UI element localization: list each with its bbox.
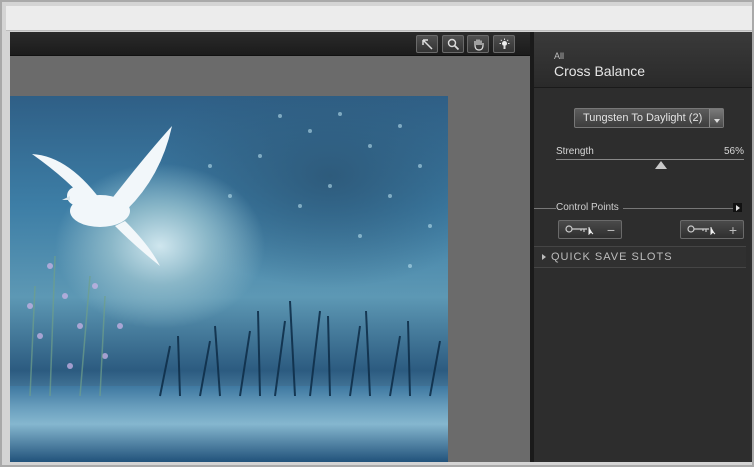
zoom-button[interactable]	[442, 35, 464, 53]
strength-label: Strength	[556, 146, 594, 157]
strength-slider-thumb[interactable]	[655, 161, 668, 169]
minus-icon: −	[606, 221, 616, 238]
preset-dropdown[interactable]: Tungsten To Daylight (2)	[574, 108, 724, 128]
light-button[interactable]	[493, 35, 515, 53]
arrow-icon	[421, 38, 433, 50]
magnifier-icon	[447, 38, 459, 50]
title-bar	[6, 6, 752, 31]
chevron-down-icon	[709, 109, 723, 127]
quick-save-slots-toggle[interactable]: QUICK SAVE SLOTS	[534, 246, 746, 268]
filter-category: All	[554, 51, 565, 61]
strength-slider-track[interactable]	[556, 159, 744, 160]
preset-value: Tungsten To Daylight (2)	[583, 112, 703, 124]
filter-header: All Cross Balance	[534, 32, 752, 88]
strength-value: 56%	[723, 146, 744, 157]
filter-title: Cross Balance	[554, 63, 646, 79]
preview-image	[10, 96, 448, 462]
filter-panel: All Cross Balance Tungsten To Daylight (…	[534, 32, 752, 462]
add-negative-control-point-button[interactable]: −	[558, 220, 622, 239]
arrow-select-button[interactable]	[416, 35, 438, 53]
preview-canvas[interactable]	[10, 56, 530, 462]
expand-arrow-icon	[542, 254, 546, 260]
hand-icon	[473, 39, 484, 51]
hand-button[interactable]	[467, 35, 489, 53]
quick-save-slots-label: QUICK SAVE SLOTS	[551, 251, 673, 263]
preview-toolbar	[10, 32, 530, 56]
expand-arrow-icon[interactable]	[733, 203, 742, 212]
control-points-label: Control Points	[556, 202, 623, 213]
plus-icon: +	[728, 221, 738, 238]
lightbulb-icon	[499, 38, 509, 49]
dove-artwork	[10, 112, 448, 462]
control-point-pointer-icon	[565, 224, 594, 235]
add-positive-control-point-button[interactable]: +	[680, 220, 744, 239]
app-window: All Cross Balance Tungsten To Daylight (…	[0, 0, 754, 467]
control-point-pointer-icon	[687, 224, 716, 235]
